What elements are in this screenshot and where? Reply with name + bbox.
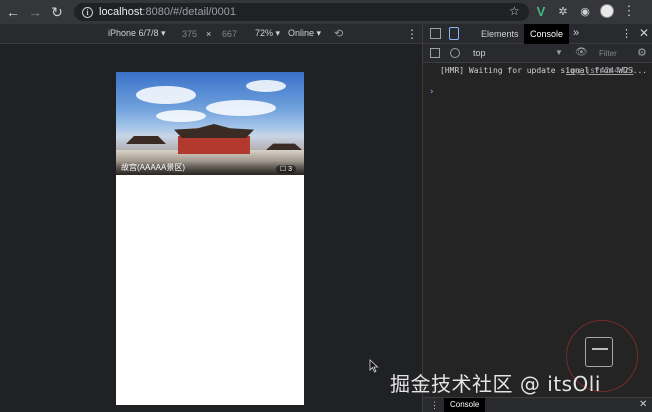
address-bar[interactable]: i localhost:8080/#/detail/0001 <box>74 3 529 21</box>
robot-icon <box>585 337 613 367</box>
mouse-cursor-icon <box>369 359 379 373</box>
viewport-width[interactable]: 375 <box>182 29 197 39</box>
devtools-tabbar: Elements Console » ⋮ ✕ <box>423 24 652 44</box>
forward-arrow-icon[interactable]: → <box>24 1 46 23</box>
close-devtools-icon[interactable]: ✕ <box>639 26 649 40</box>
extension-icon[interactable]: ✲ <box>555 3 571 19</box>
pavilion-shape <box>126 136 166 144</box>
console-toolbar: top ▼ 👁 Filter ⚙ <box>423 44 652 63</box>
reload-icon[interactable]: ↻ <box>46 1 68 23</box>
browser-toolbar: ← → ↻ i localhost:8080/#/detail/0001 ☆ V… <box>0 0 652 24</box>
dimension-separator: × <box>206 28 212 39</box>
tab-elements[interactable]: Elements <box>475 24 525 44</box>
url-path: :8080/#/detail/0001 <box>142 6 237 18</box>
console-drawer: ⋮ Console ✕ <box>423 397 652 412</box>
info-icon[interactable]: i <box>82 6 93 18</box>
log-source-link[interactable]: log.js?4244:23 <box>566 66 633 75</box>
device-more-icon[interactable]: ⋮ <box>406 27 418 41</box>
viewport-height[interactable]: 667 <box>222 29 237 39</box>
show-sidebar-icon[interactable] <box>430 48 440 58</box>
devtools-menu-icon[interactable]: ⋮ <box>621 27 632 40</box>
network-throttle-select[interactable]: Online ▾ <box>288 28 321 39</box>
vue-devtools-icon[interactable]: V <box>533 3 549 19</box>
device-toolbar: iPhone 6/7/8 ▾ 375 × 667 72% ▾ Online ▾ … <box>0 24 422 44</box>
avatar <box>600 4 614 18</box>
drawer-menu-icon[interactable]: ⋮ <box>430 400 439 411</box>
context-select[interactable]: top <box>473 48 486 58</box>
live-expression-eye-icon[interactable]: 👁 <box>575 47 588 58</box>
hero-image[interactable]: 故宫(AAAAA景区) ☐ 3 <box>116 72 304 175</box>
bookmark-star-icon[interactable]: ☆ <box>509 4 520 18</box>
browser-menu-icon[interactable]: ⋮ <box>621 3 637 19</box>
emulated-viewport: 故宫(AAAAA景区) ☐ 3 <box>0 45 422 412</box>
palace-building-shape <box>178 136 250 154</box>
device-select[interactable]: iPhone 6/7/8 ▾ <box>108 28 166 39</box>
console-settings-gear-icon[interactable]: ⚙ <box>637 46 647 59</box>
tab-console[interactable]: Console <box>524 24 570 44</box>
clear-console-icon[interactable] <box>450 48 460 58</box>
photo-count-badge[interactable]: ☐ 3 <box>275 165 296 173</box>
console-prompt[interactable]: › <box>429 87 434 97</box>
palace-roof-shape <box>174 124 254 138</box>
robot-eyes-icon <box>592 348 608 354</box>
cloud-shape <box>156 110 206 122</box>
more-tabs-icon[interactable]: » <box>573 27 579 39</box>
cloud-shape <box>136 86 196 104</box>
mobile-page: 故宫(AAAAA景区) ☐ 3 <box>116 72 304 405</box>
drawer-tab-console[interactable]: Console <box>444 398 486 412</box>
hero-caption-title: 故宫(AAAAA景区) <box>121 163 186 172</box>
url-host: localhost <box>99 6 143 18</box>
profile-avatar-icon[interactable] <box>599 3 615 19</box>
zoom-select[interactable]: 72% ▾ <box>255 28 280 39</box>
cloud-shape <box>206 100 276 116</box>
extension-icons: V ✲ ◉ ⋮ <box>533 3 637 19</box>
url-text: localhost:8080/#/detail/0001 <box>99 6 236 18</box>
rotate-icon[interactable]: ⟲ <box>334 27 343 40</box>
cloud-shape <box>246 80 286 92</box>
pavilion-shape <box>266 143 302 150</box>
inspect-element-icon[interactable] <box>430 28 441 39</box>
hero-caption-bar: 故宫(AAAAA景区) ☐ 3 <box>116 161 304 175</box>
extension-circle-icon[interactable]: ◉ <box>577 3 593 19</box>
context-dropdown-icon[interactable]: ▼ <box>555 48 563 57</box>
console-filter-input[interactable]: Filter <box>595 47 631 60</box>
back-arrow-icon[interactable]: ← <box>2 1 24 23</box>
device-toggle-icon[interactable] <box>449 27 459 40</box>
watermark-text: 掘金技术社区 @ itsOli <box>390 372 601 396</box>
close-drawer-icon[interactable]: ✕ <box>639 399 647 410</box>
